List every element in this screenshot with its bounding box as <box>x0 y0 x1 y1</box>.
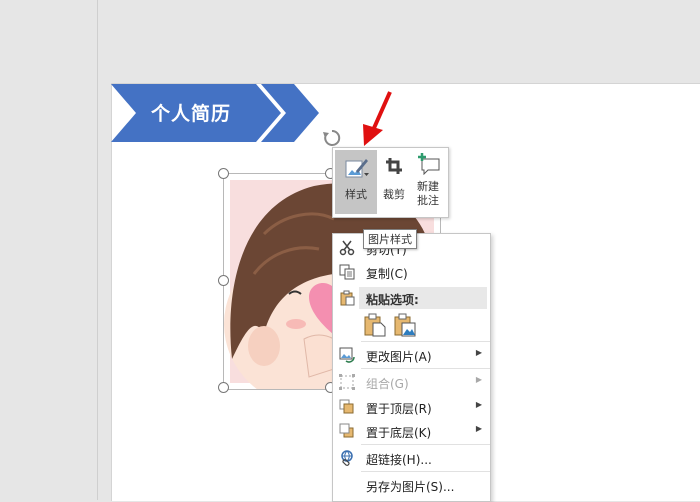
menu-separator <box>361 471 490 472</box>
paste-keep-format-icon[interactable] <box>364 313 386 337</box>
resize-handle-left[interactable] <box>218 275 229 286</box>
menu-item-copy[interactable]: 复制(C) <box>333 260 490 284</box>
mini-toolbar: 样式 裁剪 新建 批注 <box>332 147 449 218</box>
menu-separator <box>361 368 490 369</box>
send-to-back-icon <box>339 423 354 438</box>
picture-style-icon <box>345 159 369 178</box>
menu-item-bring-to-front[interactable]: 置于顶层(R) ▶ <box>333 395 490 419</box>
menu-separator <box>361 444 490 445</box>
paste-picture-icon[interactable] <box>394 313 416 337</box>
cut-icon <box>339 240 355 256</box>
red-arrow-annotation <box>363 91 392 146</box>
paste-options-header: 粘贴选项: <box>359 287 487 309</box>
submenu-arrow-icon: ▶ <box>475 348 482 357</box>
hyperlink-icon <box>341 450 353 466</box>
group-icon <box>339 374 355 390</box>
menu-separator <box>361 341 490 342</box>
menu-item-group[interactable]: 组合(G) ▶ <box>333 370 490 394</box>
pane-divider <box>97 0 98 500</box>
rotate-handle-icon[interactable] <box>322 128 342 148</box>
menu-item-change-picture[interactable]: 更改图片(A) ▶ <box>333 343 490 367</box>
resize-handle-top-left[interactable] <box>218 168 229 179</box>
submenu-arrow-icon: ▶ <box>475 424 482 433</box>
tooltip-picture-style: 图片样式 <box>363 229 417 249</box>
submenu-arrow-icon: ▶ <box>475 375 482 384</box>
menu-item-save-as-picture[interactable]: 另存为图片(S)... <box>333 473 490 497</box>
menu-item-send-to-back[interactable]: 置于底层(K) ▶ <box>333 419 490 443</box>
new-comment-button[interactable]: 新建 批注 <box>411 150 445 214</box>
submenu-arrow-icon: ▶ <box>475 400 482 409</box>
paste-icon <box>340 290 355 306</box>
menu-item-hyperlink[interactable]: 超链接(H)... <box>333 446 490 470</box>
resize-handle-bottom-left[interactable] <box>218 382 229 393</box>
banner-title: 个人简历 <box>151 103 232 125</box>
bring-to-front-icon <box>339 399 354 414</box>
style-button[interactable]: 样式 <box>335 150 377 214</box>
change-picture-icon <box>339 347 355 363</box>
context-menu: 剪切(T) 复制(C) 粘贴选项: 更改图片(A) ▶ 组合(G) ▶ 置于顶层… <box>332 233 491 502</box>
new-comment-icon <box>418 153 440 175</box>
crop-icon <box>386 158 402 174</box>
copy-icon <box>339 264 355 280</box>
crop-button[interactable]: 裁剪 <box>377 150 411 214</box>
